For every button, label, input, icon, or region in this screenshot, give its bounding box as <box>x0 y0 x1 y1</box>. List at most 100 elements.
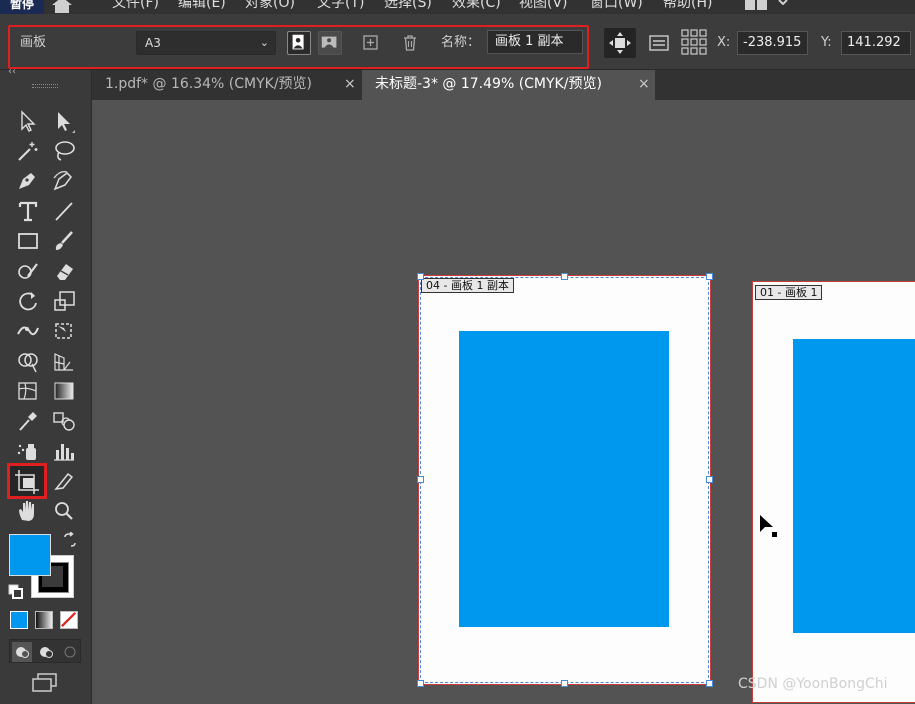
artboard-panel-label: 画板 <box>20 35 47 50</box>
free-transform-tool[interactable] <box>50 318 78 344</box>
zoom-tool[interactable] <box>50 498 78 524</box>
menu-select[interactable]: 选择(S) <box>384 0 432 13</box>
curvature-pen-icon <box>53 170 72 191</box>
preset-value: A3 <box>145 36 161 50</box>
draw-inside-icon[interactable] <box>60 642 80 662</box>
resize-handle[interactable] <box>706 680 713 687</box>
draw-behind-icon[interactable] <box>36 642 56 662</box>
resize-handle[interactable] <box>417 680 424 687</box>
none-slash-icon <box>61 612 77 628</box>
line-segment-icon <box>55 202 73 221</box>
free-transform-icon <box>55 323 72 339</box>
line-segment-tool[interactable] <box>50 198 78 224</box>
artboard-tool[interactable] <box>7 463 47 499</box>
x-label: X: <box>717 35 731 50</box>
resize-handle[interactable] <box>561 273 568 280</box>
direct-selection-tool[interactable] <box>50 108 78 134</box>
resize-handle[interactable] <box>417 273 424 280</box>
resize-handle[interactable] <box>561 680 568 687</box>
blue-rectangle[interactable] <box>793 339 915 633</box>
tab-untitled-3[interactable]: 未标题-3* @ 17.49% (CMYK/预览) × <box>362 70 655 100</box>
curvature-tool[interactable] <box>50 168 78 194</box>
move-copy-artwork-button[interactable] <box>604 28 636 58</box>
lasso-tool[interactable] <box>50 138 78 164</box>
slice-tool[interactable] <box>50 468 78 494</box>
paintbrush-tool[interactable] <box>50 228 78 254</box>
artboard-label: 04 - 画板 1 副本 <box>421 278 514 293</box>
gradient-icon <box>54 382 74 400</box>
direct-selection-icon <box>58 112 75 133</box>
panel-grip[interactable] <box>32 84 58 88</box>
collapse-panel-icon[interactable]: ‹‹ <box>8 66 16 77</box>
draw-normal-icon[interactable] <box>12 642 32 662</box>
landscape-button[interactable] <box>318 31 342 55</box>
document-canvas[interactable]: 04 - 画板 1 副本 01 - 画板 1 CSDN @YoonBongChi <box>92 100 915 704</box>
move-arrows-icon <box>609 32 631 54</box>
gradient-tool[interactable] <box>50 378 78 404</box>
selection-tool[interactable] <box>14 108 42 134</box>
perspective-grid-tool[interactable] <box>50 348 78 374</box>
menu-window[interactable]: 窗口(W) <box>590 0 643 13</box>
symbol-sprayer-icon <box>17 444 36 460</box>
hand-tool[interactable] <box>14 498 42 524</box>
gradient-mode-button[interactable] <box>35 611 53 629</box>
change-screen-mode-icon[interactable] <box>30 672 60 694</box>
artboard-options-icon[interactable] <box>648 32 670 54</box>
menu-object[interactable]: 对象(O) <box>245 0 295 13</box>
lasso-icon <box>55 141 75 161</box>
portrait-button[interactable] <box>287 31 311 55</box>
artboard-name-input[interactable]: 画板 1 副本 <box>487 30 583 54</box>
workspace-layout-icon[interactable] <box>745 0 793 14</box>
eraser-tool[interactable] <box>50 258 78 284</box>
type-icon <box>18 201 38 222</box>
swap-fill-stroke-icon[interactable] <box>62 532 78 548</box>
color-mode-button[interactable] <box>10 611 28 629</box>
portrait-icon <box>292 34 304 50</box>
new-artboard-icon[interactable] <box>360 32 382 54</box>
pen-tool[interactable] <box>14 168 42 194</box>
x-coordinate-input[interactable]: -238.915 <box>737 31 808 55</box>
menu-type[interactable]: 文字(T) <box>317 0 364 13</box>
eyedropper-tool[interactable] <box>14 408 42 434</box>
resize-handle[interactable] <box>706 273 713 280</box>
menu-file[interactable]: 文件(F) <box>112 0 159 13</box>
type-tool[interactable] <box>14 198 42 224</box>
menu-effect[interactable]: 效果(C) <box>452 0 501 13</box>
shape-builder-tool[interactable] <box>14 348 42 374</box>
column-graph-tool[interactable] <box>50 438 78 464</box>
mesh-tool[interactable] <box>14 378 42 404</box>
resize-handle[interactable] <box>706 476 713 483</box>
chevron-down-icon: ⌄ <box>259 36 269 49</box>
delete-artboard-icon[interactable] <box>399 32 421 54</box>
tab-1-pdf[interactable]: 1.pdf* @ 16.34% (CMYK/预览) × <box>92 70 362 100</box>
close-icon[interactable]: × <box>344 70 356 98</box>
y-coordinate-input[interactable]: 141.292 <box>841 31 911 55</box>
resize-handle[interactable] <box>417 476 424 483</box>
document-tab-bar: 1.pdf* @ 16.34% (CMYK/预览) × 未标题-3* @ 17.… <box>92 70 915 100</box>
artboard-label: 01 - 画板 1 <box>755 285 823 300</box>
menu-help[interactable]: 帮助(H) <box>663 0 712 13</box>
control-bar: 画板 A3 ⌄ 名称： 画板 1 副本 X: -238.915 Y: 141.2… <box>0 14 915 70</box>
magic-wand-tool[interactable] <box>14 138 42 164</box>
scale-icon <box>54 291 75 311</box>
home-icon[interactable] <box>50 0 74 13</box>
symbol-sprayer-tool[interactable] <box>14 438 42 464</box>
menu-view[interactable]: 视图(V) <box>519 0 568 13</box>
zoom-icon <box>55 502 73 520</box>
shape-builder-icon <box>18 353 38 373</box>
none-mode-button[interactable] <box>60 611 78 629</box>
fill-color-swatch[interactable] <box>9 534 51 576</box>
scale-tool[interactable] <box>50 288 78 314</box>
artboard-preset-select[interactable]: A3 ⌄ <box>136 31 276 55</box>
shaper-tool[interactable] <box>14 258 42 284</box>
blue-rectangle[interactable] <box>459 331 669 627</box>
width-tool[interactable] <box>14 318 42 344</box>
rectangle-tool[interactable] <box>14 228 42 254</box>
default-fill-stroke-icon[interactable] <box>8 584 24 600</box>
rectangle-icon <box>18 233 38 249</box>
blend-tool[interactable] <box>50 408 78 434</box>
rotate-tool[interactable] <box>14 288 42 314</box>
rearrange-artboards-icon[interactable] <box>681 29 707 55</box>
menu-edit[interactable]: 编辑(E) <box>178 0 226 13</box>
close-icon[interactable]: × <box>638 70 650 98</box>
